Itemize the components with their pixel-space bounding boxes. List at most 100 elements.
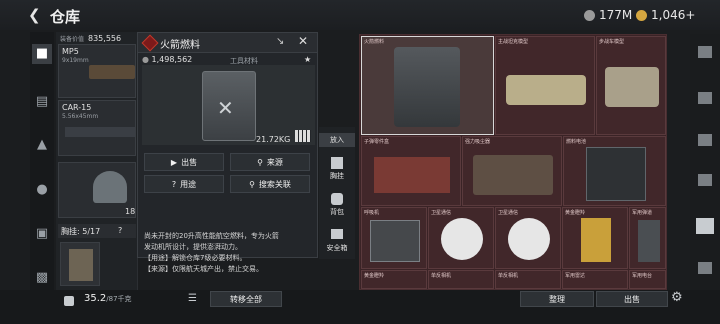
rifle-image: [65, 127, 135, 137]
weapon-slot-2[interactable]: CAR-15 5.56x45mm: [58, 100, 136, 156]
grid-item[interactable]: 黄金瞪羚: [361, 270, 427, 289]
grid-item[interactable]: 单反相机: [428, 270, 494, 289]
bottom-bar: 35.2/87千克 ☰ 转移全部 整理 出售 ⚙: [0, 290, 720, 324]
weapon-slot-1[interactable]: MP5 9x19mm: [58, 44, 136, 98]
put-in-tab[interactable]: 放入: [319, 133, 355, 147]
parts-box-image: [374, 157, 450, 193]
item-preview: ✕: [142, 65, 315, 145]
helmet-count: 18: [125, 207, 136, 216]
loadout-panel: 装备价值 835,556 MP5 9x19mm CAR-15 5.56x45mm…: [56, 32, 138, 290]
currency-2[interactable]: 1,046+: [636, 8, 695, 22]
grid-item[interactable]: 单反相机: [495, 270, 561, 289]
grid-item[interactable]: 卫星通信: [428, 207, 494, 269]
category-icon[interactable]: [698, 92, 712, 104]
vest-icon: [331, 157, 343, 169]
pistol-icon[interactable]: ■: [32, 44, 52, 64]
chest-rig-item[interactable]: [60, 242, 100, 286]
question-icon: ?: [171, 179, 177, 189]
currency-1[interactable]: 177M: [584, 8, 632, 22]
list-icon[interactable]: ☰: [188, 293, 197, 304]
gold-gazelle-image: [581, 218, 611, 262]
sell-button[interactable]: ▶ 出售: [144, 153, 224, 171]
weapon-caliber: 5.56x45mm: [62, 113, 99, 120]
helmet-slot[interactable]: 18: [58, 162, 136, 218]
grid-item[interactable]: 强力吸尘器: [462, 136, 562, 206]
vest-icon[interactable]: [696, 218, 714, 234]
grid-item[interactable]: 卫星通信: [495, 207, 561, 269]
weapon-name: CAR-15: [62, 103, 92, 112]
chest-rig-image: [69, 249, 93, 281]
ifv-model-image: [605, 67, 659, 107]
item-weight: 21.72KG: [256, 135, 291, 144]
backpack-tab[interactable]: 背包: [319, 207, 355, 217]
backpack-icon[interactable]: ▣: [32, 224, 52, 244]
chest-tab[interactable]: 胸挂: [319, 171, 355, 181]
search-icon: ⚲: [257, 157, 263, 167]
weapon-caliber: 9x19mm: [62, 57, 89, 64]
coin-gold-icon: [636, 9, 647, 21]
weapon-name: MP5: [62, 47, 79, 56]
transfer-all-button[interactable]: 转移全部: [210, 291, 282, 307]
grid-item[interactable]: 军用雷达: [562, 270, 628, 289]
close-icon[interactable]: ✕: [298, 34, 308, 48]
grid-item[interactable]: 军用弹道: [629, 207, 666, 269]
sell-button[interactable]: 出售: [596, 291, 668, 307]
category-icon[interactable]: [698, 46, 712, 58]
search-icon: ⚲: [249, 179, 255, 189]
armor-icon[interactable]: ▲: [32, 135, 52, 155]
grid-item[interactable]: 主战坦克模型: [495, 36, 595, 135]
jerrycan-image: [394, 47, 460, 127]
grid-item[interactable]: 燃料电池: [563, 136, 666, 206]
grid-item[interactable]: 步战车模型: [596, 36, 666, 135]
weight-icon: [64, 296, 74, 306]
chest-capacity: 胸挂: 5/17: [61, 227, 101, 236]
military-radio-image: [638, 220, 660, 262]
arrow-left-icon[interactable]: ❮: [28, 6, 41, 24]
search-related-button[interactable]: ⚲ 搜索关联: [230, 175, 310, 193]
item-description: 尚未开封的20升高性能航空燃料，专为火箭 发动机所设计，提供澎湃动力。 【用途】…: [144, 231, 316, 275]
satellite-dish-image: [441, 218, 483, 260]
desc-line: 【用途】解锁仓库7级必要材料。: [144, 254, 247, 262]
grid-item[interactable]: 火箭燃料: [361, 36, 494, 135]
satellite-dish-image: [508, 218, 550, 260]
safe-box-icon: [331, 229, 343, 239]
chest-label-row: 胸挂: 5/17 ?: [58, 224, 136, 238]
desc-line: 尚未开封的20升高性能航空燃料，专为火箭: [144, 232, 279, 240]
side-tabs: 放入 胸挂 背包 安全箱: [319, 127, 355, 259]
category-icon[interactable]: [698, 174, 712, 186]
grid-item[interactable]: 子弹零件盒: [361, 136, 461, 206]
sell-icon: ▶: [170, 157, 178, 167]
favorite-icon[interactable]: ★: [304, 55, 311, 64]
gear-icon[interactable]: ⚙: [671, 290, 683, 305]
item-price: ● 1,498,562: [142, 55, 193, 64]
coin-icon: [584, 9, 595, 21]
help-icon[interactable]: ?: [118, 226, 122, 235]
grid-item[interactable]: 军用电台: [629, 270, 666, 289]
collapse-icon[interactable]: ↘: [276, 36, 284, 47]
grid-item[interactable]: 黄金瞪羚: [562, 207, 628, 269]
backpack-icon: [331, 193, 343, 205]
grid-item[interactable]: 呼吸机: [361, 207, 427, 269]
right-rail: [690, 34, 720, 292]
organize-button[interactable]: 整理: [520, 291, 594, 307]
source-button[interactable]: ⚲ 来源: [230, 153, 310, 171]
capacity-value: 35.2/87千克: [84, 293, 132, 304]
equip-value-label: 装备价值: [60, 36, 85, 43]
vacuum-image: [473, 155, 553, 195]
briefcase-icon[interactable]: ▩: [32, 268, 52, 288]
category-icon[interactable]: [698, 134, 712, 146]
item-title: 火箭燃料: [160, 40, 200, 51]
helmet-icon[interactable]: ●: [32, 180, 52, 200]
usage-button[interactable]: ? 用途: [144, 175, 224, 193]
jerrycan-image: ✕: [202, 71, 256, 141]
lock-icon[interactable]: [698, 262, 712, 274]
tank-model-image: [506, 75, 586, 105]
vest-icon[interactable]: ▤: [32, 92, 52, 112]
grid-size-icon: [295, 130, 311, 142]
safe-box-tab[interactable]: 安全箱: [319, 243, 355, 253]
inventory-grid: 火箭燃料 主战坦克模型 步战车模型 子弹零件盒 强力吸尘器 燃料电池 呼吸机 卫…: [359, 34, 667, 290]
x-mark-icon: ✕: [217, 96, 234, 120]
smg-image: [89, 65, 135, 79]
desc-line: 【来源】仅限航天城产出，禁止交易。: [144, 265, 263, 273]
fuel-cell-image: [586, 147, 646, 201]
